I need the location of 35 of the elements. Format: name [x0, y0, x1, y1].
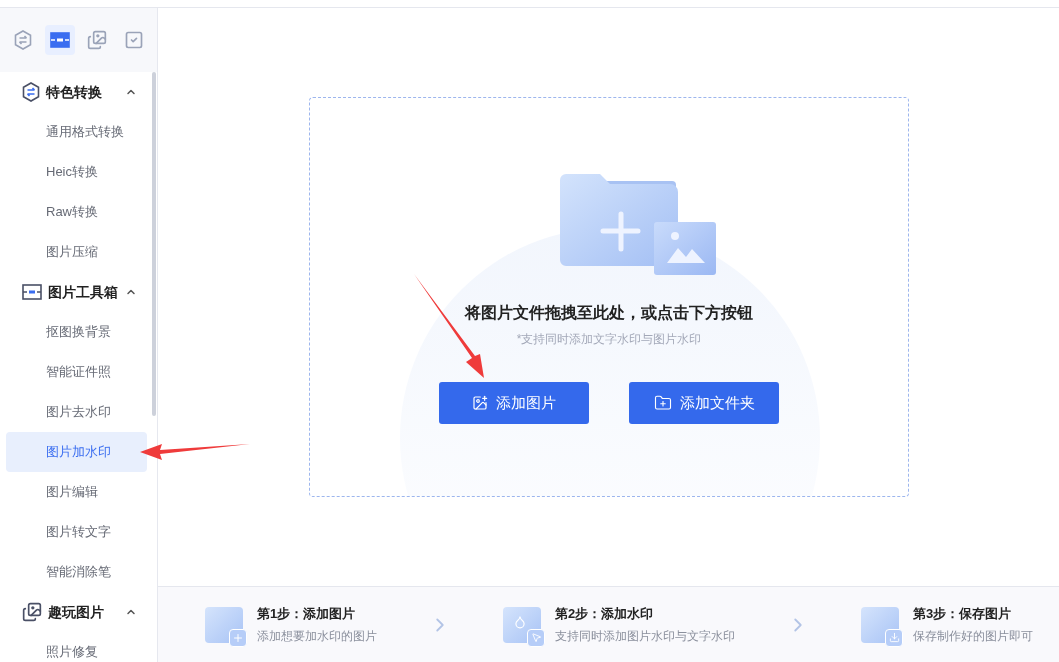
drop-hint: *支持同时添加文字水印与图片水印 — [516, 331, 702, 348]
sidebar-item[interactable]: Raw转换 — [6, 192, 147, 232]
sidebar-item[interactable]: 图片编辑 — [6, 472, 147, 512]
step-title: 第1步：添加图片 — [257, 604, 357, 623]
sidebar-item[interactable]: 图片压缩 — [6, 232, 147, 272]
sidebar-item[interactable]: Heic转换 — [6, 152, 147, 192]
sidebar-item[interactable]: 抠图换背景 — [6, 312, 147, 352]
hexagon-swap-icon — [13, 30, 32, 50]
folder-plus-icon — [653, 394, 672, 412]
toolbox-icon — [49, 32, 70, 48]
step-description: 支持同时添加图片水印与文字水印 — [555, 628, 735, 646]
drop-title: 将图片文件拖拽至此处，或点击下方按钮 — [465, 303, 753, 323]
sidebar-item[interactable]: 智能证件照 — [6, 352, 147, 392]
images-icon — [87, 30, 108, 50]
step-description: 添加想要加水印的图片 — [257, 628, 377, 646]
checkbox-icon — [124, 30, 145, 50]
group-title[interactable]: 特色转换 — [46, 81, 102, 103]
step-title: 第2步：添加水印 — [555, 604, 655, 623]
sidebar-item[interactable]: 图片加水印 — [6, 432, 147, 472]
sidebar-item[interactable]: 智能消除笔 — [6, 552, 147, 592]
sidebar-item[interactable]: 图片去水印 — [6, 392, 147, 432]
add-folder-button[interactable]: 添加文件夹 — [629, 382, 779, 424]
sidebar-item[interactable]: 照片修复 — [6, 632, 147, 662]
group-title[interactable]: 图片工具箱 — [48, 281, 118, 303]
hexagon-swap-icon — [22, 82, 40, 102]
add-image-button[interactable]: 添加图片 — [439, 382, 589, 424]
sidebar-item[interactable]: 通用格式转换 — [6, 112, 147, 152]
step-title: 第3步：保存图片 — [913, 604, 1013, 623]
image-plus-icon — [472, 395, 488, 411]
images-icon — [22, 602, 42, 622]
toolbox-icon — [22, 284, 42, 300]
sidebar-item[interactable]: 图片转文字 — [6, 512, 147, 552]
tool-tab[interactable] — [44, 25, 75, 55]
step-description: 保存制作好的图片即可 — [913, 628, 1033, 646]
group-title[interactable]: 趣玩图片 — [48, 601, 104, 623]
